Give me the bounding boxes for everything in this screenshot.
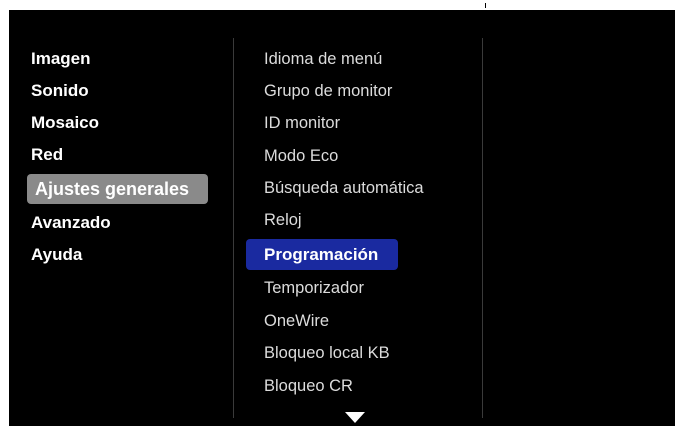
- submenu-item-grupo-de-monitor[interactable]: Grupo de monitor: [264, 76, 392, 106]
- submenu-item-idioma-de-menu[interactable]: Idioma de menú: [264, 44, 382, 74]
- column-divider: [233, 38, 234, 418]
- category-item-mosaico[interactable]: Mosaico: [31, 108, 99, 138]
- category-item-ayuda[interactable]: Ayuda: [31, 240, 82, 270]
- submenu-item-bloqueo-local-kb[interactable]: Bloqueo local KB: [264, 338, 390, 368]
- submenu-item-busqueda-automatica[interactable]: Búsqueda automática: [264, 173, 424, 203]
- category-item-ajustes-generales[interactable]: Ajustes generales: [27, 174, 208, 204]
- osd-menu: Imagen Sonido Mosaico Red Ajustes genera…: [9, 10, 675, 426]
- category-item-red[interactable]: Red: [31, 140, 63, 170]
- top-tick-mark: [485, 3, 486, 8]
- submenu-item-modo-eco[interactable]: Modo Eco: [264, 141, 338, 171]
- category-item-imagen[interactable]: Imagen: [31, 44, 91, 74]
- submenu-item-reloj[interactable]: Reloj: [264, 205, 302, 235]
- category-item-sonido[interactable]: Sonido: [31, 76, 89, 106]
- category-column: Imagen Sonido Mosaico Red Ajustes genera…: [9, 10, 221, 426]
- submenu-item-onewire[interactable]: OneWire: [264, 306, 329, 336]
- submenu-item-bloqueo-cr[interactable]: Bloqueo CR: [264, 371, 353, 401]
- submenu-item-id-monitor[interactable]: ID monitor: [264, 108, 340, 138]
- chevron-down-icon[interactable]: [345, 412, 365, 423]
- submenu-item-programacion[interactable]: Programación: [246, 239, 398, 270]
- column-divider: [482, 38, 483, 418]
- submenu-item-temporizador[interactable]: Temporizador: [264, 273, 364, 303]
- category-item-avanzado[interactable]: Avanzado: [31, 208, 111, 238]
